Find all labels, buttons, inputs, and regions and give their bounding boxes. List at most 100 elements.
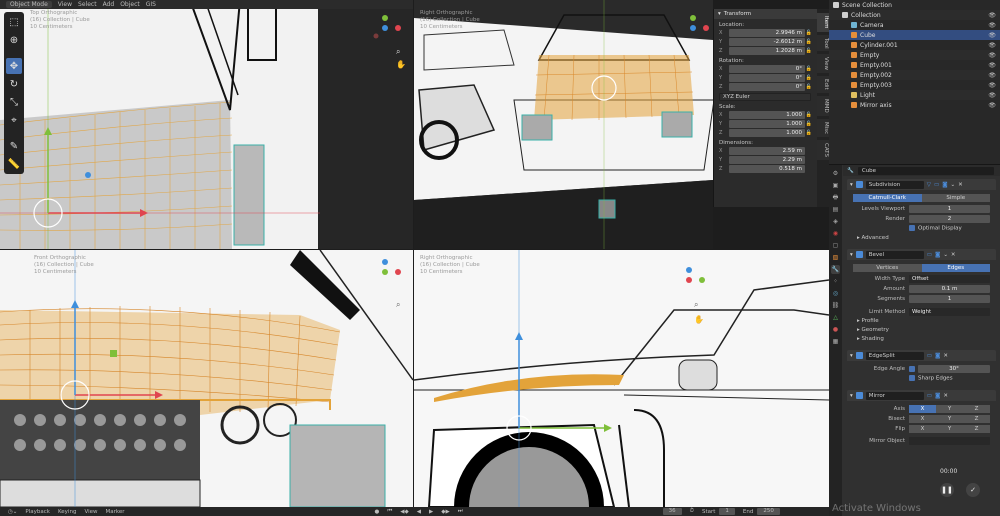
navigation-gizmo-icon[interactable] xyxy=(372,256,402,286)
zoom-icon[interactable]: ⌕ xyxy=(396,300,400,310)
viewport-bottom-right[interactable]: Right Orthographic (16) Collection | Cub… xyxy=(414,250,829,507)
outliner-row[interactable]: Empty 👁 xyxy=(829,50,1000,60)
modifier-name-field[interactable]: Subdivision xyxy=(865,180,924,189)
flip-axis-z[interactable]: Z xyxy=(963,424,990,433)
rotation-z-field[interactable]: Z 0° 🔓 xyxy=(719,83,813,91)
end-frame-field[interactable]: 250 xyxy=(757,508,780,515)
tab-cats[interactable]: CATS xyxy=(817,139,829,160)
current-frame-field[interactable]: 36 xyxy=(662,508,682,515)
marker-menu[interactable]: Marker xyxy=(106,509,125,515)
stopwatch-icon[interactable]: ⏱ xyxy=(690,508,694,515)
viewport-top-left[interactable]: Object Mode View Select Add Object GIS T… xyxy=(0,0,413,249)
play-icon[interactable]: ▶ xyxy=(429,509,433,515)
next-key-icon[interactable]: ◆▶ xyxy=(441,509,449,515)
mirror-axis-x[interactable]: X xyxy=(909,404,936,413)
outliner-row[interactable]: Collection 👁 xyxy=(829,10,1000,20)
navigation-gizmo-icon[interactable] xyxy=(676,264,706,294)
keying-menu[interactable]: Keying xyxy=(58,509,76,515)
transform-icon[interactable]: ⌖ xyxy=(6,112,22,128)
tool-tab-icon[interactable]: ⚙ xyxy=(831,169,840,178)
modifier-header[interactable]: ▾ EdgeSplit ▭ ◙ ✕ xyxy=(847,350,996,361)
outliner-row[interactable]: Empty.001 👁 xyxy=(829,60,1000,70)
chevron-down-icon[interactable]: ⌄ xyxy=(943,252,948,258)
scale-x-field[interactable]: X 1.000 🔓 xyxy=(719,111,813,119)
modifier-name-field[interactable]: Mirror xyxy=(865,391,924,400)
eye-icon[interactable]: 👁 xyxy=(988,92,996,99)
render-levels-field[interactable]: 2 xyxy=(909,214,990,223)
eye-icon[interactable]: 👁 xyxy=(988,62,996,69)
profile-subpanel[interactable]: ▸ Profile xyxy=(847,317,996,326)
eye-icon[interactable]: 👁 xyxy=(988,32,996,39)
geometry-subpanel[interactable]: ▸ Geometry xyxy=(847,326,996,335)
outliner-row[interactable]: Cylinder.001 👁 xyxy=(829,40,1000,50)
render-toggle-icon[interactable]: ◙ xyxy=(935,353,940,359)
edge-angle-field[interactable]: 30° xyxy=(918,364,990,373)
rotate-icon[interactable]: ↻ xyxy=(6,76,22,92)
mode-dropdown[interactable]: Object Mode xyxy=(6,1,52,8)
move-icon[interactable]: ✥ xyxy=(6,58,22,74)
viewport-toggle-icon[interactable]: ▭ xyxy=(934,182,939,188)
collection-tab-icon[interactable]: ▢ xyxy=(831,241,840,250)
play-reverse-icon[interactable]: ◀ xyxy=(417,509,421,515)
modifier-header[interactable]: ▾ Subdivision ▽ ▭ ◙ ⌄ ✕ xyxy=(847,179,996,190)
object-name-field[interactable]: Cube xyxy=(857,166,994,175)
dimensions-x-field[interactable]: X 2.59 m xyxy=(719,147,813,155)
dimensions-z-field[interactable]: Z 0.518 m xyxy=(719,165,813,173)
navigation-gizmo-icon[interactable] xyxy=(680,12,710,42)
close-icon[interactable]: ✕ xyxy=(951,252,956,258)
eye-icon[interactable]: 👁 xyxy=(988,102,996,109)
dimensions-y-field[interactable]: Y 2.29 m xyxy=(719,156,813,164)
record-icon[interactable]: ● xyxy=(375,509,380,515)
eye-icon[interactable]: 👁 xyxy=(988,22,996,29)
modifier-name-field[interactable]: Bevel xyxy=(865,250,924,259)
object-tab-icon[interactable]: ▧ xyxy=(831,253,840,262)
navigation-gizmo-icon[interactable] xyxy=(372,12,402,42)
simple-button[interactable]: Simple xyxy=(921,194,990,202)
menu-object[interactable]: Object xyxy=(120,1,140,8)
eye-icon[interactable]: 👁 xyxy=(988,82,996,89)
eye-icon[interactable]: 👁 xyxy=(988,42,996,49)
output-tab-icon[interactable]: 🖶 xyxy=(831,193,840,202)
viewport-bottom-left[interactable]: Front Orthographic (16) Collection | Cub… xyxy=(0,250,413,507)
amount-field[interactable]: 0.1 m xyxy=(909,284,990,293)
world-tab-icon[interactable]: ◉ xyxy=(831,229,840,238)
location-y-field[interactable]: Y -2.6012 m 🔓 xyxy=(719,38,813,46)
edit-mode-toggle-icon[interactable]: ▽ xyxy=(927,182,931,188)
outliner-row[interactable]: Camera 👁 xyxy=(829,20,1000,30)
segments-field[interactable]: 1 xyxy=(909,294,990,303)
viewport-toggle-icon[interactable]: ▭ xyxy=(927,252,932,258)
modifier-name-field[interactable]: EdgeSplit xyxy=(865,351,924,360)
physics-tab-icon[interactable]: ◎ xyxy=(831,289,840,298)
check-icon[interactable]: ✓ xyxy=(966,483,980,497)
prev-key-icon[interactable]: ◀◆ xyxy=(400,509,408,515)
render-toggle-icon[interactable]: ◙ xyxy=(935,252,940,258)
particles-tab-icon[interactable]: ⁘ xyxy=(831,277,840,286)
close-icon[interactable]: ✕ xyxy=(958,182,963,188)
cursor-icon[interactable]: ⊕ xyxy=(6,32,22,48)
outliner-row[interactable]: Mirror axis 👁 xyxy=(829,100,1000,110)
tab-item[interactable]: Item xyxy=(817,13,829,32)
tab-edit[interactable]: Edit xyxy=(817,76,829,93)
vertices-button[interactable]: Vertices xyxy=(853,264,922,272)
tab-tool[interactable]: Tool xyxy=(817,34,829,52)
flip-axis-y[interactable]: Y xyxy=(936,424,963,433)
outliner-row[interactable]: Empty.003 👁 xyxy=(829,80,1000,90)
location-z-field[interactable]: Z 1.2028 m 🔓 xyxy=(719,47,813,55)
tab-view[interactable]: View xyxy=(817,54,829,74)
flip-axis-x[interactable]: X xyxy=(909,424,936,433)
render-toggle-icon[interactable]: ◙ xyxy=(935,393,940,399)
modifier-tab-icon[interactable]: 🔧 xyxy=(831,265,840,274)
catmull-clark-button[interactable]: Catmull-Clark xyxy=(853,194,922,202)
limit-method-dropdown[interactable]: Weight xyxy=(909,307,990,316)
jump-end-icon[interactable]: ⏭ xyxy=(458,508,463,515)
edges-button[interactable]: Edges xyxy=(921,264,990,272)
pan-hand-icon[interactable]: ✋ xyxy=(396,60,406,69)
menu-add[interactable]: Add xyxy=(103,1,115,8)
sharp-edges-checkbox[interactable]: Sharp Edges xyxy=(853,374,990,383)
scale-z-field[interactable]: Z 1.000 🔓 xyxy=(719,129,813,137)
pan-hand-icon[interactable]: ✋ xyxy=(694,315,704,324)
viewport-top-right[interactable]: Right Orthographic (16) Collection | Cub… xyxy=(414,0,713,249)
constraints-tab-icon[interactable]: ⛓ xyxy=(831,301,840,310)
data-tab-icon[interactable]: △ xyxy=(831,313,840,322)
advanced-subpanel[interactable]: ▸ Advanced xyxy=(847,234,996,243)
